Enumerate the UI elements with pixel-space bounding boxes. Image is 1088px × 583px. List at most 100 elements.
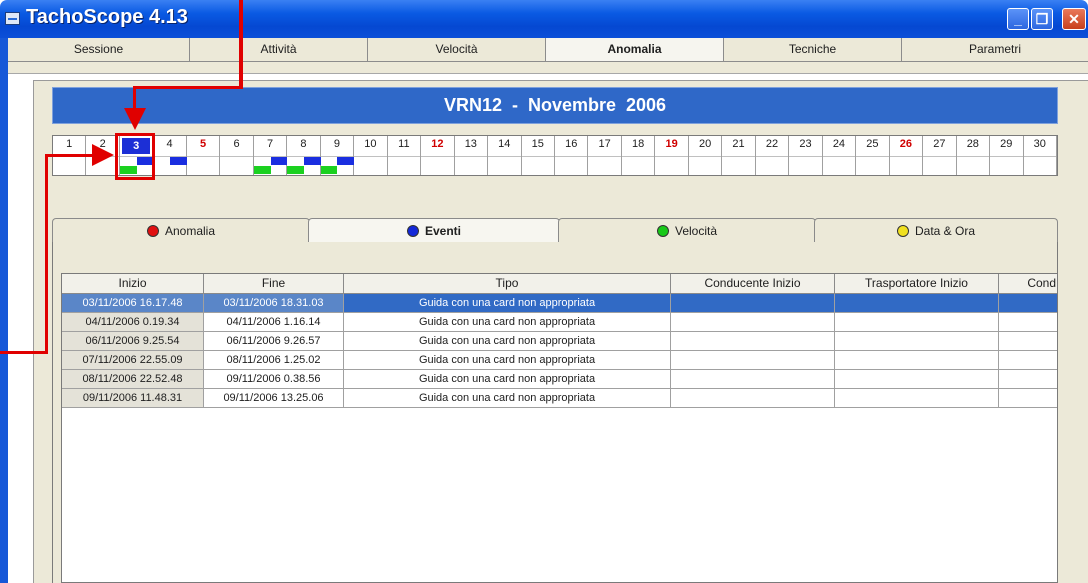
calendar-day[interactable]: 30 — [1024, 136, 1057, 175]
subtab-eventi[interactable]: Eventi — [308, 218, 560, 243]
calendar-day-number: 11 — [398, 138, 410, 150]
column-header-fine[interactable]: Fine — [204, 274, 344, 294]
green-event-marker — [320, 166, 338, 174]
calendar-day-number: 21 — [732, 138, 745, 150]
table-cell — [671, 351, 835, 370]
calendar-day[interactable]: 13 — [455, 136, 489, 175]
tab-strip — [8, 62, 1088, 74]
calendar-day-number: 28 — [966, 138, 979, 150]
arrow-down-icon — [124, 108, 146, 130]
calendar-day-number: 16 — [565, 138, 578, 150]
calendar-day[interactable]: 4 — [153, 136, 187, 175]
calendar-day-number: 7 — [266, 138, 274, 150]
calendar-day[interactable]: 23 — [789, 136, 823, 175]
calendar-day[interactable]: 17 — [588, 136, 622, 175]
calendar-day[interactable]: 12 — [421, 136, 455, 175]
subtab-velocita[interactable]: Velocità — [558, 218, 816, 242]
calendar-day-number: 15 — [531, 138, 544, 150]
table-cell: 04/11/2006 1.16.14 — [204, 313, 344, 332]
table-row[interactable]: 08/11/2006 22.52.48 09/11/2006 0.38.56 Gui… — [62, 370, 1057, 389]
table-cell — [835, 294, 999, 313]
subtab-anomalia[interactable]: Anomalia — [52, 218, 310, 242]
calendar-day[interactable]: 19 — [655, 136, 689, 175]
calendar-day[interactable]: 16 — [555, 136, 589, 175]
table-row[interactable]: 03/11/2006 16.17.48 03/11/2006 18.31.03 Gu… — [62, 294, 1057, 313]
window-left-border — [0, 38, 8, 583]
minimize-button[interactable]: _ — [1007, 8, 1029, 30]
calendar-day[interactable]: 5 — [187, 136, 221, 175]
close-button[interactable]: ✕ — [1062, 8, 1086, 30]
main-tab-bar: Sessione Attività Velocità Anomalia Tecn… — [8, 38, 1088, 62]
calendar-day-number: 24 — [832, 138, 846, 150]
green-event-marker — [287, 166, 304, 174]
calendar-day[interactable]: 11 — [388, 136, 422, 175]
table-cell — [999, 389, 1057, 408]
tab-attivita[interactable]: Attività — [190, 38, 368, 61]
window-title: TachoScope 4.13 — [26, 6, 188, 28]
annotation-line — [239, 0, 243, 89]
calendar-day[interactable]: 22 — [756, 136, 790, 175]
table-row[interactable]: 04/11/2006 0.19.34 04/11/2006 1.16.14 Guid… — [62, 313, 1057, 332]
calendar-day[interactable]: 27 — [923, 136, 957, 175]
subtab-label: Anomalia — [164, 223, 216, 238]
table-cell: Guida con una card non appropriata — [344, 294, 671, 313]
yellow-dot-icon — [896, 224, 909, 237]
calendar-day[interactable]: 29 — [990, 136, 1024, 175]
arrow-right-icon — [92, 144, 114, 166]
tab-sessione[interactable]: Sessione — [8, 38, 190, 61]
title-bar[interactable]: TachoScope 4.13 _ ❐ ✕ — [0, 0, 1088, 38]
calendar-day[interactable]: 6 — [220, 136, 254, 175]
table-cell — [999, 313, 1057, 332]
column-header-cond[interactable]: Cond — [999, 274, 1057, 294]
calendar-day-number: 13 — [464, 138, 477, 150]
calendar-day-number: 27 — [933, 138, 946, 150]
calendar-day-number: 25 — [866, 138, 879, 150]
calendar-day[interactable]: 18 — [622, 136, 656, 175]
tab-tecniche[interactable]: Tecniche — [724, 38, 902, 61]
calendar-day-number: 30 — [1033, 138, 1046, 150]
calendar-day[interactable]: 28 — [957, 136, 991, 175]
column-header-inizio[interactable]: Inizio — [62, 274, 204, 294]
column-header-conducente-inizio[interactable]: Conducente Inizio — [671, 274, 835, 294]
events-table: Inizio Fine Tipo Conducente Inizio Trasp… — [61, 273, 1058, 583]
calendar-day[interactable]: 8 — [287, 136, 321, 175]
table-cell — [999, 294, 1057, 313]
table-cell: Guida con una card non appropriata — [344, 370, 671, 389]
table-row[interactable]: 06/11/2006 9.25.54 06/11/2006 9.26.57 Guid… — [62, 332, 1057, 351]
calendar-day[interactable]: 15 — [522, 136, 555, 175]
table-cell: Guida con una card non appropriata — [344, 332, 671, 351]
annotation-line — [0, 351, 48, 354]
table-row[interactable]: 09/11/2006 11.48.31 09/11/2006 13.25.06 Gu… — [62, 389, 1057, 408]
table-cell — [671, 313, 835, 332]
calendar-day[interactable]: 9 — [320, 136, 355, 175]
calendar-day-number: 23 — [799, 138, 812, 150]
table-header: Inizio Fine Tipo Conducente Inizio Trasp… — [62, 274, 1057, 294]
calendar-day[interactable]: 21 — [722, 136, 756, 175]
calendar-day[interactable]: 10 — [354, 136, 388, 175]
table-row[interactable]: 07/11/2006 22.55.09 08/11/2006 1.25.02 Gui… — [62, 351, 1057, 370]
tab-anomalia[interactable]: Anomalia — [546, 38, 724, 61]
calendar-day[interactable]: 24 — [823, 136, 857, 175]
annotation-line — [45, 154, 48, 354]
table-cell: Guida con una card non appropriata — [344, 389, 671, 408]
tab-parametri[interactable]: Parametri — [902, 38, 1088, 61]
calendar-day[interactable]: 26 — [890, 136, 924, 175]
calendar-day[interactable]: 25 — [856, 136, 890, 175]
calendar-day[interactable]: 20 — [689, 136, 723, 175]
calendar-day-number: 20 — [698, 138, 712, 150]
sub-tab-bar: Anomalia Eventi Velocità Data & Ora — [52, 218, 1058, 243]
green-dot-icon — [656, 224, 669, 237]
table-cell: Guida con una card non appropriata — [344, 351, 671, 370]
calendar-day[interactable]: 14 — [488, 136, 522, 175]
calendar-day[interactable]: 7 — [253, 136, 288, 175]
maximize-button[interactable]: ❐ — [1031, 8, 1053, 30]
column-header-tipo[interactable]: Tipo — [344, 274, 671, 294]
tab-velocita[interactable]: Velocità — [368, 38, 546, 61]
table-cell — [999, 370, 1057, 389]
calendar-day-number: 19 — [665, 138, 678, 150]
table-cell: 08/11/2006 1.25.02 — [204, 351, 344, 370]
column-header-trasportatore-inizio[interactable]: Trasportatore Inizio — [835, 274, 999, 294]
subtab-data-ora[interactable]: Data & Ora — [814, 218, 1058, 242]
app-icon — [5, 12, 20, 25]
calendar-day-number: 18 — [632, 138, 645, 150]
